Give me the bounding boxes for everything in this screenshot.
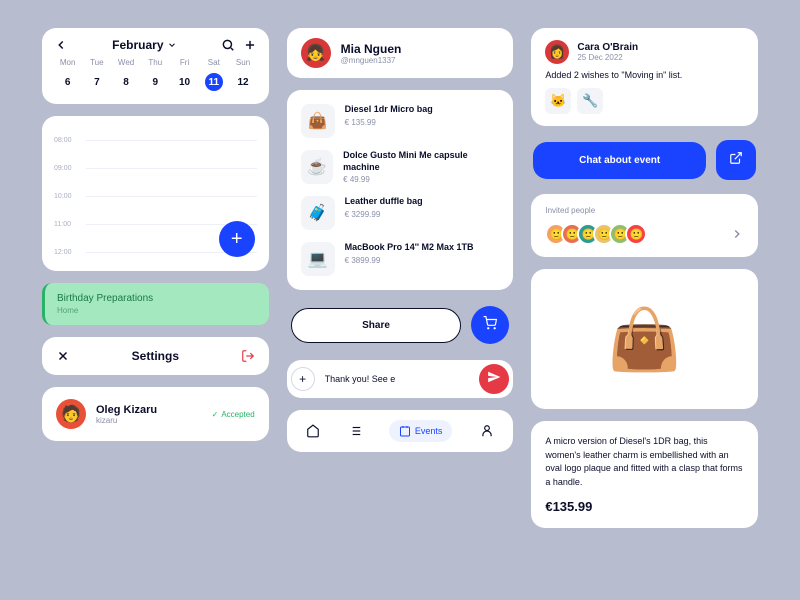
day-of-week: Fri [171, 58, 198, 67]
feed-text: Added 2 wishes to "Moving in" list. [545, 70, 744, 80]
product-item[interactable]: 👜 Diesel 1dr Micro bag € 135.99 [301, 104, 500, 138]
list-icon[interactable] [348, 424, 362, 438]
invited-avatars[interactable]: 🙂🙂🙂🙂🙂🙂 [545, 223, 744, 245]
month-label: February [112, 38, 163, 52]
date-cell[interactable]: 10 [171, 73, 198, 92]
date-cell[interactable]: 11 [205, 73, 223, 91]
time-label: 10:00 [54, 193, 78, 200]
event-title: Birthday Preparations [57, 293, 257, 304]
product-price: €135.99 [545, 499, 744, 514]
timeline: 08:00 09:00 10:00 11:00 12:00 + [42, 116, 269, 271]
avatar: 🙂 [625, 223, 647, 245]
product-image: 👜 [531, 269, 758, 409]
time-label: 09:00 [54, 165, 78, 172]
product-description: A micro version of Diesel's 1DR bag, thi… [545, 435, 744, 489]
user-handle: kizaru [96, 416, 157, 425]
chat-button[interactable]: Chat about event [533, 142, 706, 179]
product-thumb: ☕ [301, 150, 333, 184]
day-of-week: Tue [83, 58, 110, 67]
profile-icon[interactable] [480, 424, 494, 438]
product-list: 👜 Diesel 1dr Micro bag € 135.99 ☕ Dolce Gust… [287, 90, 514, 290]
event-subtitle: Home [57, 306, 257, 315]
day-of-week: Thu [142, 58, 169, 67]
cart-button[interactable] [471, 306, 509, 344]
day-of-week: Sat [200, 58, 227, 67]
message-input[interactable] [325, 374, 470, 384]
product-thumb: 💻 [301, 242, 335, 276]
events-tab[interactable]: Events [389, 420, 453, 442]
day-of-week: Sun [229, 58, 256, 67]
time-label: 12:00 [54, 249, 78, 256]
send-button[interactable] [479, 364, 509, 394]
product-thumb: 🧳 [301, 196, 335, 230]
thumb[interactable]: 🐱 [545, 88, 571, 114]
date-cell[interactable]: 9 [142, 73, 169, 92]
external-share-button[interactable] [716, 140, 756, 180]
chevron-left-icon[interactable] [54, 38, 68, 52]
avatar: 🧑 [56, 399, 86, 429]
feed-date: 25 Dec 2022 [577, 53, 638, 62]
avatar: 👩 [545, 40, 569, 64]
product-name: Dolce Gusto Mini Me capsule machine [343, 150, 499, 173]
close-icon[interactable] [56, 349, 70, 363]
product-price: € 3899.99 [345, 256, 474, 265]
product-thumb: 👜 [301, 104, 335, 138]
profile-name: Mia Nguen [341, 42, 402, 56]
chevron-right-icon [730, 227, 744, 241]
day-of-week: Mon [54, 58, 81, 67]
time-label: 08:00 [54, 137, 78, 144]
product-name: Leather duffle bag [345, 196, 423, 208]
logout-icon[interactable] [241, 349, 255, 363]
date-cell[interactable]: 12 [229, 73, 256, 92]
attach-button[interactable]: + [291, 367, 315, 391]
date-cell[interactable]: 6 [54, 73, 81, 92]
user-name: Oleg Kizaru [96, 404, 157, 416]
avatar: 👧 [301, 38, 331, 68]
settings-title: Settings [70, 349, 241, 363]
date-cell[interactable]: 8 [112, 73, 139, 92]
date-cell[interactable]: 7 [83, 73, 110, 92]
day-of-week: Wed [112, 58, 139, 67]
product-item[interactable]: 🧳 Leather duffle bag € 3299.99 [301, 196, 500, 230]
product-price: € 3299.99 [345, 210, 423, 219]
event-chip[interactable]: Birthday Preparations Home [42, 283, 269, 325]
profile-handle: @mnguen1337 [341, 56, 402, 65]
invited-title: Invited people [545, 206, 744, 215]
share-button[interactable]: Share [291, 308, 462, 343]
product-name: MacBook Pro 14'' M2 Max 1TB [345, 242, 474, 254]
time-label: 11:00 [54, 221, 78, 228]
home-icon[interactable] [306, 424, 320, 438]
feed-username: Cara O'Brain [577, 42, 638, 53]
search-icon[interactable] [221, 38, 235, 52]
product-item[interactable]: ☕ Dolce Gusto Mini Me capsule machine € 49… [301, 150, 500, 184]
plus-icon[interactable] [243, 38, 257, 52]
product-price: € 49.99 [343, 175, 499, 184]
product-price: € 135.99 [345, 118, 433, 127]
product-item[interactable]: 💻 MacBook Pro 14'' M2 Max 1TB € 3899.99 [301, 242, 500, 276]
product-name: Diesel 1dr Micro bag [345, 104, 433, 116]
status-badge: ✓Accepted [212, 410, 255, 419]
add-fab[interactable]: + [219, 221, 255, 257]
month-select[interactable]: February [112, 38, 176, 52]
thumb[interactable]: 🔧 [577, 88, 603, 114]
